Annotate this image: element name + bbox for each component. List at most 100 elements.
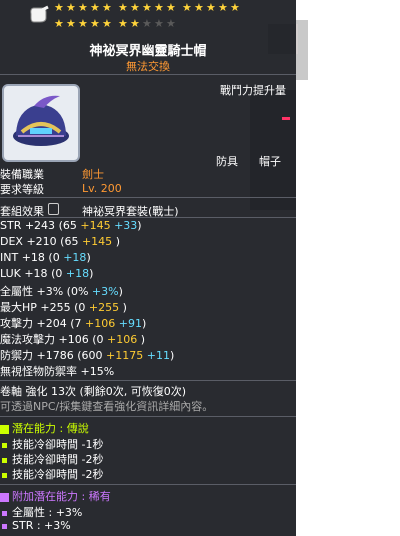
star-icon: ★ [230, 1, 240, 14]
stat-bonus-a: +1175 [106, 349, 147, 362]
star-icon: ★ [206, 1, 216, 14]
stat-end: ) [122, 301, 127, 314]
stat-total: +210 [26, 235, 61, 248]
star-icon: ★ [118, 17, 128, 30]
star-icon: ★ [166, 1, 176, 14]
star-icon: ★ [78, 1, 88, 14]
stat-bonus-b: +91 [118, 317, 142, 330]
star-icon: ★ [102, 17, 112, 30]
stat-total: +18 [21, 251, 49, 264]
stat-label: 最大HP [0, 301, 41, 314]
bonus-line: 全屬性 : +3% [2, 504, 82, 520]
stat-total: +18 [24, 267, 52, 280]
bonus-lines: 全屬性 : +3% STR : +3% [0, 504, 296, 536]
bonus-title-text: 附加潛在能力 : 稀有 [12, 490, 111, 503]
stat-base: (0 [48, 251, 64, 264]
bonus-title: 附加潛在能力 : 稀有 [0, 488, 111, 504]
job-value: 劍士 [82, 168, 104, 181]
level-value: Lv. 200 [82, 182, 122, 195]
bullet-icon [2, 523, 7, 529]
bullet-icon [2, 457, 7, 463]
stat-row: INT +18 (0 +18) [0, 251, 91, 264]
bonus-line: STR : +3% [2, 519, 71, 532]
stat-label: DEX [0, 235, 27, 248]
stat-end: ) [137, 219, 142, 232]
bullet-icon [2, 472, 7, 478]
stat-label: INT [0, 251, 22, 264]
stat-row: 最大HP +255 (0 +255 ) [0, 299, 127, 315]
stat-total: +3% [36, 285, 67, 298]
item-tooltip: ★ ★ ★ ★ ★ ★ ★ ★ ★ ★ ★ ★ ★ ★ ★ ★ ★ ★ ★ ★ ★ ★ ★ ★ ★ 神祕冥界幽靈騎士帽 無法交換… [0, 0, 296, 536]
star-icon: ★ [154, 17, 164, 30]
star-icon: ★ [194, 1, 204, 14]
star-icon: ★ [154, 1, 164, 14]
stat-end: ) [141, 317, 147, 330]
star-icon: ★ [90, 1, 100, 14]
stat-bonus-a: +145 [81, 235, 116, 248]
star-icon: ★ [78, 17, 88, 30]
item-icon-frame [2, 84, 80, 162]
stat-bonus-a: +106 [85, 317, 119, 330]
stat-bonus-b: +11 [146, 349, 170, 362]
glove-icon [28, 4, 50, 24]
stat-end: ) [118, 285, 123, 298]
power-indicator [282, 117, 290, 120]
star-icon: ★ [182, 1, 192, 14]
helmet-icon [13, 95, 69, 146]
job-label: 裝備職業 [0, 168, 44, 181]
stat-base: (7 [70, 317, 86, 330]
stat-end: ) [86, 251, 91, 264]
star-icon: ★ [66, 17, 76, 30]
stat-bonus-b: +18 [65, 267, 90, 280]
stat-total: +243 [24, 219, 59, 232]
potential-line: 技能冷卻時間 -2秒 [2, 451, 103, 467]
level-label: 要求等級 [0, 183, 44, 196]
bonus-text: STR : +3% [12, 519, 71, 532]
bonus-text: 全屬性 : +3% [12, 506, 83, 519]
stat-base: (0% [66, 285, 92, 298]
stat-bonus-b: +18 [63, 251, 87, 264]
stat-row: 防禦力 +1786 (600 +1175 +11) [0, 347, 174, 363]
stat-label: 全屬性 [0, 285, 37, 298]
star-icon: ★ [130, 1, 140, 14]
stat-row: 無視怪物防禦率 +15% [0, 363, 114, 379]
stat-total: +106 [58, 333, 93, 346]
stat-bonus-a: +106 [107, 333, 141, 346]
potential-text: 技能冷卻時間 -1秒 [12, 438, 104, 451]
stat-row: DEX +210 (65 +145 ) [0, 235, 120, 248]
stat-end: ) [169, 349, 175, 362]
stat-total: +255 [40, 301, 75, 314]
potential-title: 潛在能力 : 傳說 [0, 420, 89, 436]
bullet-icon [2, 510, 7, 516]
stat-bonus-b: +33 [114, 219, 138, 232]
stat-base: (65 [58, 219, 81, 232]
stat-end: ) [115, 235, 120, 248]
stat-label: 魔法攻擊力 [0, 333, 59, 346]
stat-row: 攻擊力 +204 (7 +106 +91) [0, 315, 146, 331]
star-icon: ★ [54, 1, 64, 14]
potential-text: 技能冷卻時間 -2秒 [12, 468, 104, 481]
stat-label: 無視怪物防禦率 [0, 365, 81, 378]
stat-row: STR +243 (65 +145 +33) [0, 219, 142, 232]
star-icon: ★ [102, 1, 112, 14]
trade-status: 無法交換 [126, 60, 170, 73]
stat-label: STR [0, 219, 25, 232]
power-up-label: 戰鬥力提升量 [220, 84, 286, 97]
item-name: 神祕冥界幽靈騎士帽 [89, 44, 207, 59]
stat-label: LUK [0, 267, 25, 280]
star-icon: ★ [66, 1, 76, 14]
stat-base: (65 [60, 235, 82, 248]
star-icon: ★ [142, 1, 152, 14]
stat-base: (0 [74, 301, 89, 314]
stat-row: LUK +18 (0 +18) [0, 267, 93, 280]
potential-lines: 技能冷卻時間 -1秒 技能冷卻時間 -2秒 技能冷卻時間 -2秒 [0, 436, 296, 486]
star-icon: ★ [54, 17, 64, 30]
stat-base: (0 [92, 333, 108, 346]
potential-text: 技能冷卻時間 -2秒 [12, 453, 104, 466]
stat-base: (600 [77, 349, 107, 362]
stat-base: (0 [51, 267, 66, 280]
star-icon: ★ [218, 1, 228, 14]
stat-row: 全屬性 +3% (0% +3%) [0, 283, 123, 299]
stat-bonus-a: +145 [80, 219, 115, 232]
star-icon: ★ [142, 17, 152, 30]
